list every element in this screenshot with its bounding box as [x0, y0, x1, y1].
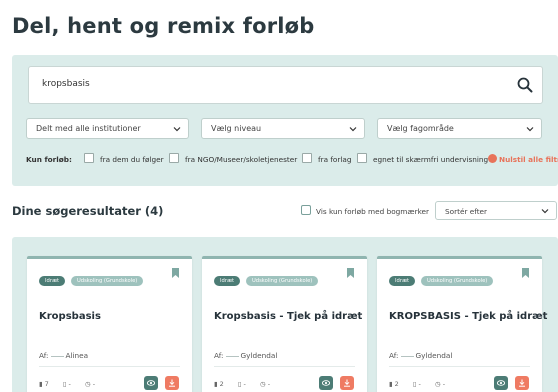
doc-count: ▯ - [62, 380, 71, 388]
author-logo-icon [225, 355, 239, 357]
card-meta: ▮ 7 ▯ - ◷ - [39, 380, 107, 388]
card-author: Af: Alinea [39, 351, 88, 360]
card-meta: ▮ 2 ▯ - ◷ - [214, 380, 282, 388]
subject-select-value: Vælg fagområde [387, 124, 454, 133]
time-estimate: ◷ - [259, 380, 271, 388]
page-title: Del, hent og remix forløb [12, 14, 315, 38]
time-estimate: ◷ - [84, 380, 96, 388]
bookmark-only-checkbox[interactable] [301, 205, 311, 215]
download-button[interactable] [515, 376, 529, 390]
card-meta: ▮ 2 ▯ - ◷ - [389, 380, 457, 388]
download-button[interactable] [340, 376, 354, 390]
doc-count-value: - [243, 380, 246, 388]
lesson-count-value: 2 [219, 380, 224, 388]
sort-select-value: Sortér efter [445, 207, 488, 216]
sort-select[interactable]: Sortér efter [435, 201, 557, 220]
author-prefix: Af: [214, 351, 224, 360]
time-estimate-value: - [442, 380, 446, 388]
download-button[interactable] [165, 376, 179, 390]
download-icon [169, 379, 175, 387]
doc-count-value: - [68, 380, 71, 388]
card-author: Af: Gyldendal [214, 351, 277, 360]
lesson-count: ▮ 2 [214, 380, 224, 388]
filter-checkbox-ngo[interactable] [169, 153, 179, 163]
filter-checkbox-following[interactable] [84, 153, 94, 163]
filter-label-screenfree: egnet til skærmfri undervisning [373, 155, 489, 164]
search-icon[interactable] [516, 76, 534, 94]
preview-button[interactable] [319, 376, 333, 390]
result-card[interactable]: Idræt Udskoling (Grundskole) Kropsbasis … [202, 256, 367, 392]
eye-icon [322, 380, 330, 386]
search-input[interactable]: kropsbasis [28, 66, 543, 104]
chevron-down-icon [173, 127, 181, 132]
subject-tag: Idræt [39, 276, 66, 286]
card-author: Af: Gyldendal [389, 351, 452, 360]
card-title[interactable]: Kropsbasis [39, 311, 101, 322]
author-name: Gyldendal [415, 351, 453, 360]
doc-count: ▯ - [412, 380, 421, 388]
level-tag: Udskoling (Grundskole) [71, 276, 144, 286]
divider [214, 366, 355, 367]
subject-tag: Idræt [214, 276, 241, 286]
eye-icon [497, 380, 505, 386]
chevron-down-icon [526, 127, 534, 132]
filter-label-following: fra dem du følger [100, 155, 164, 164]
doc-count-value: - [418, 380, 421, 388]
result-card[interactable]: Idræt Udskoling (Grundskole) KROPSBASIS … [377, 256, 547, 392]
level-tag: Udskoling (Grundskole) [246, 276, 319, 286]
lesson-count: ▮ 2 [389, 380, 399, 388]
author-prefix: Af: [389, 351, 399, 360]
filter-label: Kun forløb: [26, 155, 72, 164]
bookmark-only-label: Vis kun forløb med bogmærker [316, 207, 430, 216]
author-logo-icon [50, 355, 64, 357]
reset-icon[interactable] [488, 154, 497, 163]
search-input-value: kropsbasis [42, 79, 90, 89]
reset-filters-button[interactable]: Nulstil alle filtre [499, 155, 558, 164]
divider [39, 366, 180, 367]
bookmark-icon[interactable] [172, 268, 179, 278]
divider [389, 366, 530, 367]
doc-count: ▯ - [237, 380, 246, 388]
preview-button[interactable] [494, 376, 508, 390]
lesson-count-value: 2 [394, 380, 399, 388]
results-heading: Dine søgeresultater (4) [12, 204, 164, 218]
time-estimate: ◷ - [434, 380, 446, 388]
chevron-down-icon [349, 127, 357, 132]
download-icon [519, 379, 525, 387]
institution-select-value: Delt med alle institutioner [36, 124, 141, 133]
bookmark-icon[interactable] [522, 268, 529, 278]
subject-select[interactable]: Vælg fagområde [377, 118, 542, 139]
card-title[interactable]: KROPSBASIS - Tjek på idræt [389, 311, 547, 322]
author-logo-icon [400, 355, 414, 357]
filter-row: Kun forløb: fra dem du følger fra NGO/Mu… [26, 152, 558, 166]
search-panel: kropsbasis Delt med alle institutioner V… [12, 55, 558, 186]
author-prefix: Af: [39, 351, 49, 360]
filter-label-publisher: fra forlag [318, 155, 352, 164]
result-card[interactable]: Idræt Udskoling (Grundskole) Kropsbasis … [27, 256, 192, 392]
institution-select[interactable]: Delt med alle institutioner [26, 118, 189, 139]
level-select[interactable]: Vælg niveau [201, 118, 365, 139]
time-estimate-value: - [267, 380, 271, 388]
time-estimate-value: - [92, 380, 96, 388]
bookmark-icon[interactable] [347, 268, 354, 278]
eye-icon [147, 380, 155, 386]
subject-tag: Idræt [389, 276, 416, 286]
download-icon [344, 379, 350, 387]
level-select-value: Vælg niveau [211, 124, 262, 133]
author-name: Gyldendal [240, 351, 278, 360]
filter-label-ngo: fra NGO/Museer/skoletjenester [185, 155, 298, 164]
lesson-count: ▮ 7 [39, 380, 49, 388]
level-tag: Udskoling (Grundskole) [421, 276, 494, 286]
lesson-count-value: 7 [44, 380, 49, 388]
author-name: Alinea [65, 351, 89, 360]
preview-button[interactable] [144, 376, 158, 390]
chevron-down-icon [541, 209, 549, 214]
card-title[interactable]: Kropsbasis - Tjek på idræt [214, 311, 362, 322]
filter-checkbox-screenfree[interactable] [357, 153, 367, 163]
filter-checkbox-publisher[interactable] [302, 153, 312, 163]
